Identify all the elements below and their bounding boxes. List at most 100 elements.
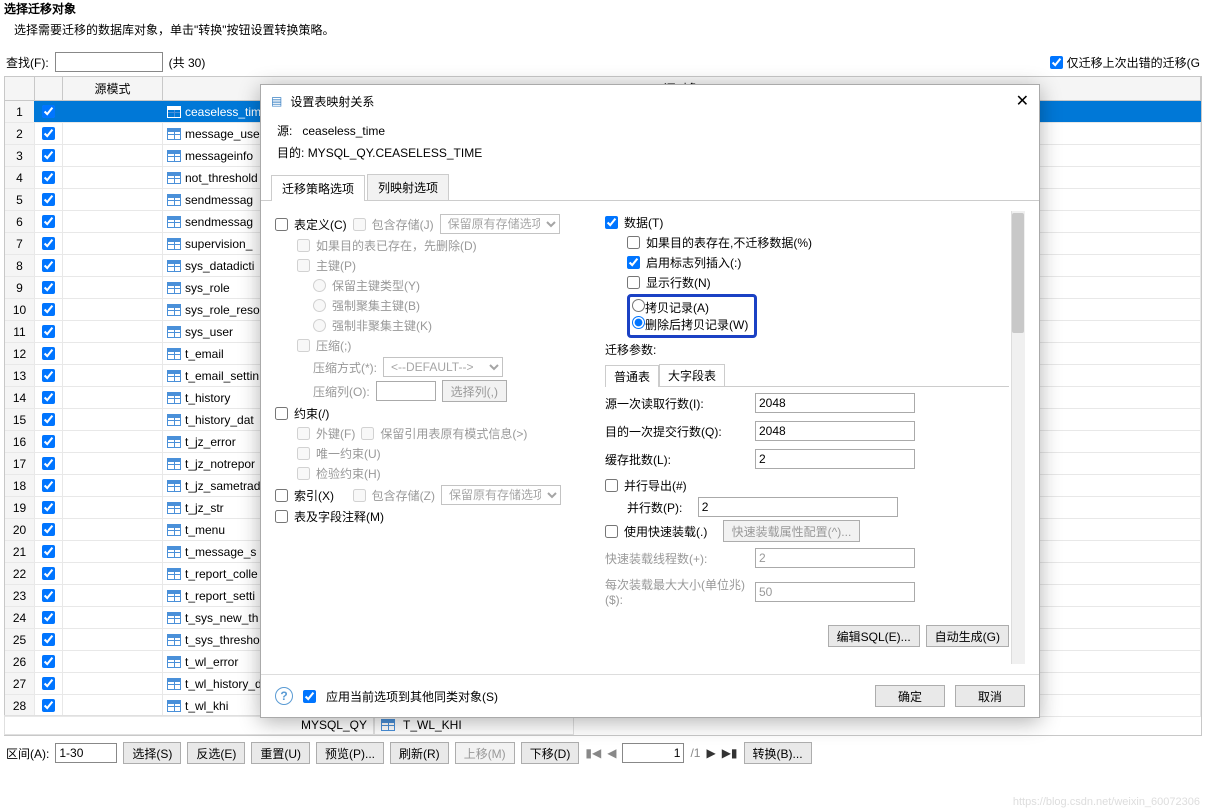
- peek-obj: T_WL_KHI: [403, 718, 462, 732]
- row-check[interactable]: [35, 695, 63, 716]
- row-check[interactable]: [35, 145, 63, 166]
- row-check[interactable]: [35, 343, 63, 364]
- range-label: 区间(A):: [6, 745, 49, 762]
- table-def-checkbox[interactable]: [275, 218, 288, 231]
- row-check[interactable]: [35, 167, 63, 188]
- reset-button[interactable]: 重置(U): [251, 742, 310, 764]
- refresh-button[interactable]: 刷新(R): [390, 742, 449, 764]
- subtab-lob[interactable]: 大字段表: [659, 364, 725, 386]
- scrollbar[interactable]: [1011, 211, 1025, 664]
- nav-first-icon[interactable]: ▮◀: [585, 746, 601, 760]
- fast-load-checkbox[interactable]: [605, 525, 618, 538]
- dst-batch-input[interactable]: [755, 421, 915, 441]
- check-checkbox: [297, 467, 310, 480]
- row-check[interactable]: [35, 211, 63, 232]
- nav-next-icon[interactable]: ▶: [706, 746, 715, 760]
- constraint-checkbox[interactable]: [275, 407, 288, 420]
- src-batch-input[interactable]: [755, 393, 915, 413]
- table-icon: [167, 546, 181, 558]
- row-check[interactable]: [35, 475, 63, 496]
- tab-strategy[interactable]: 迁移策略选项: [271, 175, 365, 201]
- row-check[interactable]: [35, 673, 63, 694]
- peek-mode: MYSQL_QY: [301, 718, 367, 732]
- watermark: https://blog.csdn.net/weixin_60072306: [1013, 796, 1200, 808]
- header-mode[interactable]: 源模式: [63, 77, 163, 100]
- row-check[interactable]: [35, 189, 63, 210]
- cancel-button[interactable]: 取消: [955, 685, 1025, 707]
- nav-last-icon[interactable]: ▶▮: [722, 746, 738, 760]
- tab-column-map[interactable]: 列映射选项: [367, 174, 449, 200]
- row-mode: [63, 695, 163, 716]
- row-check[interactable]: [35, 453, 63, 474]
- preview-button[interactable]: 预览(P)...: [316, 742, 384, 764]
- row-number: 27: [5, 673, 35, 694]
- table-def-label: 表定义(C): [294, 216, 347, 233]
- move-down-button[interactable]: 下移(D): [521, 742, 580, 764]
- move-up-button[interactable]: 上移(M): [455, 742, 515, 764]
- row-check[interactable]: [35, 233, 63, 254]
- row-mode: [63, 365, 163, 386]
- compress-method-select: <--DEFAULT-->: [383, 357, 503, 377]
- row-mode: [63, 211, 163, 232]
- select-button[interactable]: 选择(S): [123, 742, 181, 764]
- comments-checkbox[interactable]: [275, 510, 288, 523]
- row-check[interactable]: [35, 277, 63, 298]
- row-check[interactable]: [35, 629, 63, 650]
- cache-input[interactable]: [755, 449, 915, 469]
- row-number: 5: [5, 189, 35, 210]
- close-icon[interactable]: ✕: [1016, 91, 1029, 111]
- include-store-checkbox: [353, 218, 366, 231]
- row-check[interactable]: [35, 431, 63, 452]
- row-mode: [63, 255, 163, 276]
- index-checkbox[interactable]: [275, 489, 288, 502]
- row-check[interactable]: [35, 563, 63, 584]
- delete-copy-radio[interactable]: [632, 316, 645, 329]
- row-check[interactable]: [35, 497, 63, 518]
- row-check[interactable]: [35, 519, 63, 540]
- help-icon[interactable]: ?: [275, 687, 293, 705]
- skip-if-exists-checkbox[interactable]: [627, 236, 640, 249]
- row-check[interactable]: [35, 123, 63, 144]
- row-check[interactable]: [35, 255, 63, 276]
- data-checkbox[interactable]: [605, 216, 618, 229]
- row-check[interactable]: [35, 409, 63, 430]
- nav-prev-icon[interactable]: ◀: [607, 746, 616, 760]
- row-check[interactable]: [35, 321, 63, 342]
- page-input[interactable]: [622, 743, 684, 763]
- autogen-button[interactable]: 自动生成(G): [926, 625, 1009, 647]
- row-mode: [63, 497, 163, 518]
- find-input[interactable]: [55, 52, 163, 72]
- range-input[interactable]: [55, 743, 117, 763]
- row-check[interactable]: [35, 607, 63, 628]
- delete-copy-label: 删除后拷贝记录(W): [645, 318, 748, 332]
- row-check[interactable]: [35, 585, 63, 606]
- row-check[interactable]: [35, 387, 63, 408]
- identity-insert-label: 启用标志列插入(:): [646, 254, 741, 271]
- peek-row: MYSQL_QY T_WL_KHI: [4, 715, 574, 735]
- identity-insert-checkbox[interactable]: [627, 256, 640, 269]
- row-number: 6: [5, 211, 35, 232]
- compress-checkbox: [297, 339, 310, 352]
- row-number: 17: [5, 453, 35, 474]
- row-mode: [63, 101, 163, 122]
- compress-method-label: 压缩方式(*):: [313, 359, 377, 376]
- keep-store-select: 保留原有存储选项: [440, 214, 560, 234]
- apply-same-checkbox[interactable]: [303, 690, 316, 703]
- only-failed-checkbox[interactable]: [1050, 56, 1063, 69]
- row-check[interactable]: [35, 101, 63, 122]
- row-check[interactable]: [35, 299, 63, 320]
- row-number: 20: [5, 519, 35, 540]
- row-check[interactable]: [35, 365, 63, 386]
- parallel-export-checkbox[interactable]: [605, 479, 618, 492]
- edit-sql-button[interactable]: 编辑SQL(E)...: [828, 625, 920, 647]
- row-check[interactable]: [35, 651, 63, 672]
- ok-button[interactable]: 确定: [875, 685, 945, 707]
- parallel-count-input[interactable]: [698, 497, 898, 517]
- show-rows-checkbox[interactable]: [627, 276, 640, 289]
- row-number: 9: [5, 277, 35, 298]
- invert-button[interactable]: 反选(E): [187, 742, 245, 764]
- subtab-normal[interactable]: 普通表: [605, 365, 659, 387]
- row-check[interactable]: [35, 541, 63, 562]
- copy-record-radio[interactable]: [632, 299, 645, 312]
- convert-button[interactable]: 转换(B)...: [744, 742, 812, 764]
